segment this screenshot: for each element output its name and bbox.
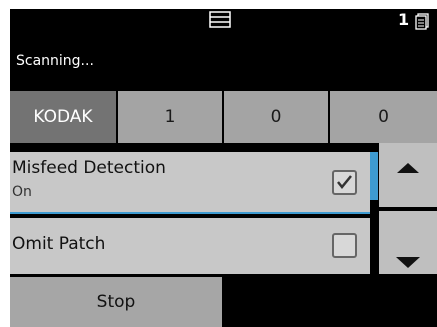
counter-3: 0 [330, 91, 437, 143]
misfeed-detection-checkbox[interactable] [332, 170, 357, 195]
scroll-down-button[interactable] [379, 211, 437, 274]
setting-title: Misfeed Detection [12, 158, 166, 178]
scroll-up-button[interactable] [379, 143, 437, 207]
counter-2: 0 [224, 91, 328, 143]
document-stack-icon [415, 13, 429, 30]
brand-label: KODAK [10, 91, 116, 143]
page-count: 1 [398, 10, 410, 29]
setting-value: On [12, 184, 32, 200]
setting-title: Omit Patch [12, 234, 106, 254]
counter-1: 1 [118, 91, 222, 143]
header-bar: 1 Scanning... [10, 9, 437, 81]
setting-row-omit-patch[interactable]: Omit Patch [10, 218, 370, 274]
status-text: Scanning... [16, 53, 94, 69]
omit-patch-checkbox[interactable] [332, 233, 357, 258]
scanner-screen: 1 Scanning... KODAK 1 0 0 Misfeed Detect… [10, 9, 437, 327]
tray-icon [209, 11, 231, 28]
counter-row: KODAK 1 0 0 [10, 91, 437, 143]
stop-button[interactable]: Stop [10, 277, 222, 327]
setting-row-misfeed-detection[interactable]: Misfeed Detection On [10, 152, 370, 214]
checkmark-icon [337, 175, 352, 189]
settings-list: Misfeed Detection On Omit Patch [10, 152, 370, 274]
chevron-down-icon [396, 257, 420, 268]
chevron-up-icon [397, 163, 419, 173]
scrollbar-thumb[interactable] [370, 152, 378, 200]
